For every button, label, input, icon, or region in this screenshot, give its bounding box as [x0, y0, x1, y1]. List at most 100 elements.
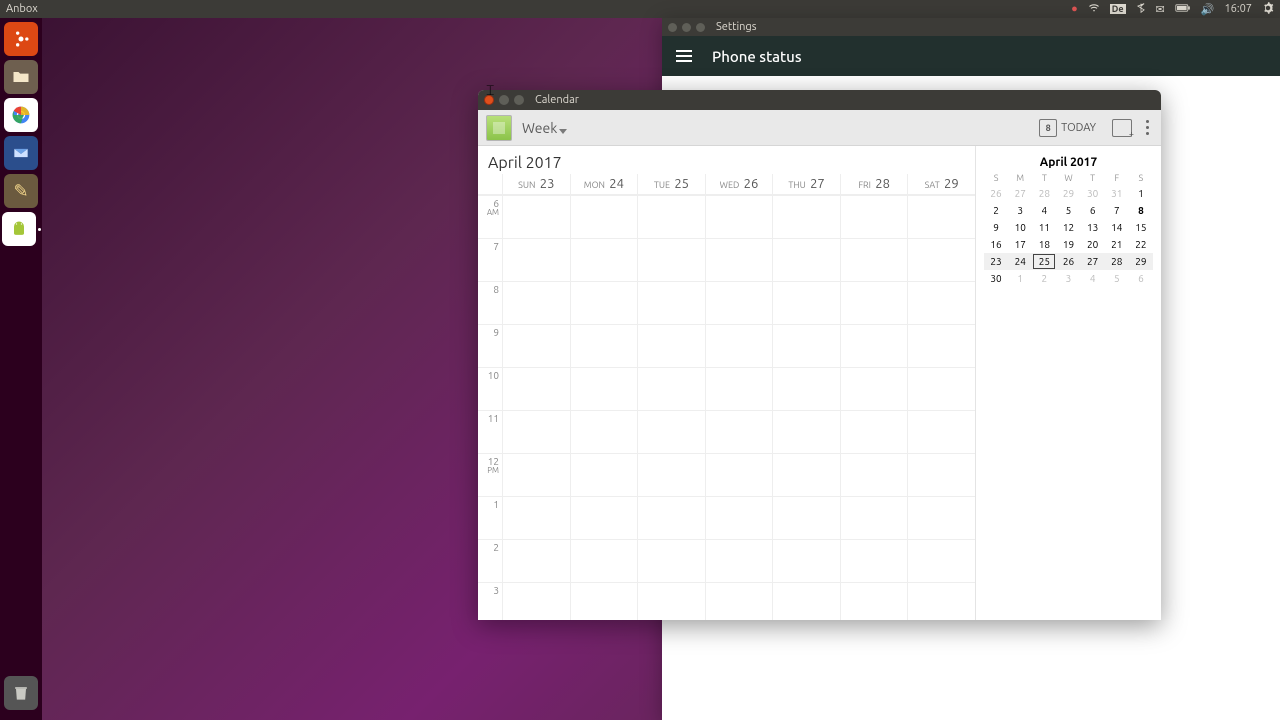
mini-calendar-day[interactable]: 12 [1056, 219, 1080, 236]
week-cell[interactable] [840, 367, 908, 410]
mini-calendar-day[interactable]: 4 [1081, 270, 1105, 287]
mini-calendar-day[interactable]: 27 [1081, 253, 1105, 270]
week-cell[interactable] [502, 367, 570, 410]
week-cell[interactable] [637, 238, 705, 281]
screen-record-icon[interactable]: ● [1071, 3, 1078, 15]
mini-calendar-day[interactable]: 9 [984, 219, 1008, 236]
mini-calendar-day[interactable]: 31 [1105, 185, 1129, 202]
keyboard-layout-indicator[interactable]: De [1110, 4, 1126, 14]
calendar-app-icon[interactable] [486, 115, 512, 141]
week-cell[interactable] [772, 453, 840, 496]
week-cell[interactable] [840, 453, 908, 496]
week-cell[interactable] [705, 453, 773, 496]
week-day-column-header[interactable]: TUE 25 [637, 174, 705, 194]
week-cell[interactable] [840, 539, 908, 582]
week-cell[interactable] [705, 367, 773, 410]
mini-calendar-day[interactable]: 5 [1056, 202, 1080, 219]
week-cell[interactable] [907, 324, 975, 367]
week-cell[interactable] [705, 496, 773, 539]
mini-calendar-day[interactable]: 13 [1081, 219, 1105, 236]
week-cell[interactable] [840, 281, 908, 324]
mini-calendar-day[interactable]: 29 [1129, 253, 1153, 270]
week-cell[interactable] [502, 281, 570, 324]
week-cell[interactable] [840, 195, 908, 238]
week-cell[interactable] [772, 367, 840, 410]
close-icon[interactable] [668, 23, 677, 32]
week-cell[interactable] [907, 453, 975, 496]
mini-calendar-day[interactable]: 6 [1081, 202, 1105, 219]
week-cell[interactable] [502, 195, 570, 238]
week-cell[interactable] [840, 238, 908, 281]
week-cell[interactable] [840, 582, 908, 620]
week-cell[interactable] [637, 496, 705, 539]
week-cell[interactable] [705, 410, 773, 453]
week-cell[interactable] [637, 539, 705, 582]
week-cell[interactable] [907, 539, 975, 582]
mini-calendar-day[interactable]: 17 [1008, 236, 1032, 253]
week-cell[interactable] [502, 410, 570, 453]
mini-calendar-day[interactable]: 3 [1056, 270, 1080, 287]
mini-calendar-day[interactable]: 23 [984, 253, 1008, 270]
bluetooth-icon[interactable] [1136, 3, 1146, 16]
mini-calendar-day[interactable]: 6 [1129, 270, 1153, 287]
mini-calendar-day[interactable]: 8 [1129, 202, 1153, 219]
mini-calendar-day[interactable]: 16 [984, 236, 1008, 253]
maximize-icon[interactable] [696, 23, 705, 32]
close-icon[interactable] [484, 95, 494, 105]
week-day-column-header[interactable]: MON 24 [570, 174, 638, 194]
mini-calendar-day[interactable]: 15 [1129, 219, 1153, 236]
week-cell[interactable] [637, 281, 705, 324]
today-button[interactable]: 8 TODAY [1033, 115, 1102, 141]
minimize-icon[interactable] [682, 23, 691, 32]
week-cell[interactable] [502, 496, 570, 539]
week-cell[interactable] [502, 582, 570, 620]
week-day-column-header[interactable]: SUN 23 [502, 174, 570, 194]
mini-calendar-day[interactable]: 2 [1032, 270, 1056, 287]
week-cell[interactable] [772, 539, 840, 582]
launcher-anbox-icon[interactable] [2, 212, 36, 246]
settings-titlebar[interactable]: Settings [662, 18, 1280, 36]
volume-icon[interactable]: 🔊 [1201, 3, 1215, 16]
week-cell[interactable] [705, 324, 773, 367]
week-cell[interactable] [570, 539, 638, 582]
week-cell[interactable] [502, 238, 570, 281]
launcher-gimp-icon[interactable]: ✎ [4, 174, 38, 208]
mini-calendar-day[interactable]: 1 [1008, 270, 1032, 287]
mini-calendar-day[interactable]: 5 [1105, 270, 1129, 287]
week-day-column-header[interactable]: WED 26 [705, 174, 773, 194]
week-cell[interactable] [570, 582, 638, 620]
week-cell[interactable] [907, 367, 975, 410]
week-cell[interactable] [772, 324, 840, 367]
mini-calendar-day[interactable]: 10 [1008, 219, 1032, 236]
system-menu-icon[interactable] [1262, 2, 1274, 17]
week-cell[interactable] [840, 410, 908, 453]
week-cell[interactable] [502, 453, 570, 496]
week-day-column-header[interactable]: SAT 29 [907, 174, 975, 194]
launcher-dash-icon[interactable] [4, 22, 38, 56]
week-cell[interactable] [637, 367, 705, 410]
mini-calendar-day[interactable]: 18 [1032, 236, 1056, 253]
clock[interactable]: 16:07 [1224, 3, 1252, 15]
week-cell[interactable] [705, 582, 773, 620]
week-cell[interactable] [570, 195, 638, 238]
minimize-icon[interactable] [499, 95, 509, 105]
week-cell[interactable] [570, 238, 638, 281]
week-cell[interactable] [772, 195, 840, 238]
calendar-titlebar[interactable]: Calendar ⌶ [478, 90, 1161, 110]
week-cell[interactable] [907, 410, 975, 453]
mini-calendar-day[interactable]: 28 [1105, 253, 1129, 270]
wifi-icon[interactable] [1088, 2, 1100, 17]
mini-calendar-day[interactable]: 21 [1105, 236, 1129, 253]
week-cell[interactable] [907, 195, 975, 238]
week-cell[interactable] [907, 281, 975, 324]
week-cell[interactable] [772, 410, 840, 453]
mini-calendar-day[interactable]: 30 [984, 270, 1008, 287]
week-cell[interactable] [907, 496, 975, 539]
mini-calendar-day[interactable]: 29 [1056, 185, 1080, 202]
mini-calendar-day[interactable]: 14 [1105, 219, 1129, 236]
mini-calendar-day[interactable]: 24 [1008, 253, 1032, 270]
week-cell[interactable] [772, 496, 840, 539]
week-cell[interactable] [705, 195, 773, 238]
week-cell[interactable] [705, 238, 773, 281]
week-cell[interactable] [772, 582, 840, 620]
